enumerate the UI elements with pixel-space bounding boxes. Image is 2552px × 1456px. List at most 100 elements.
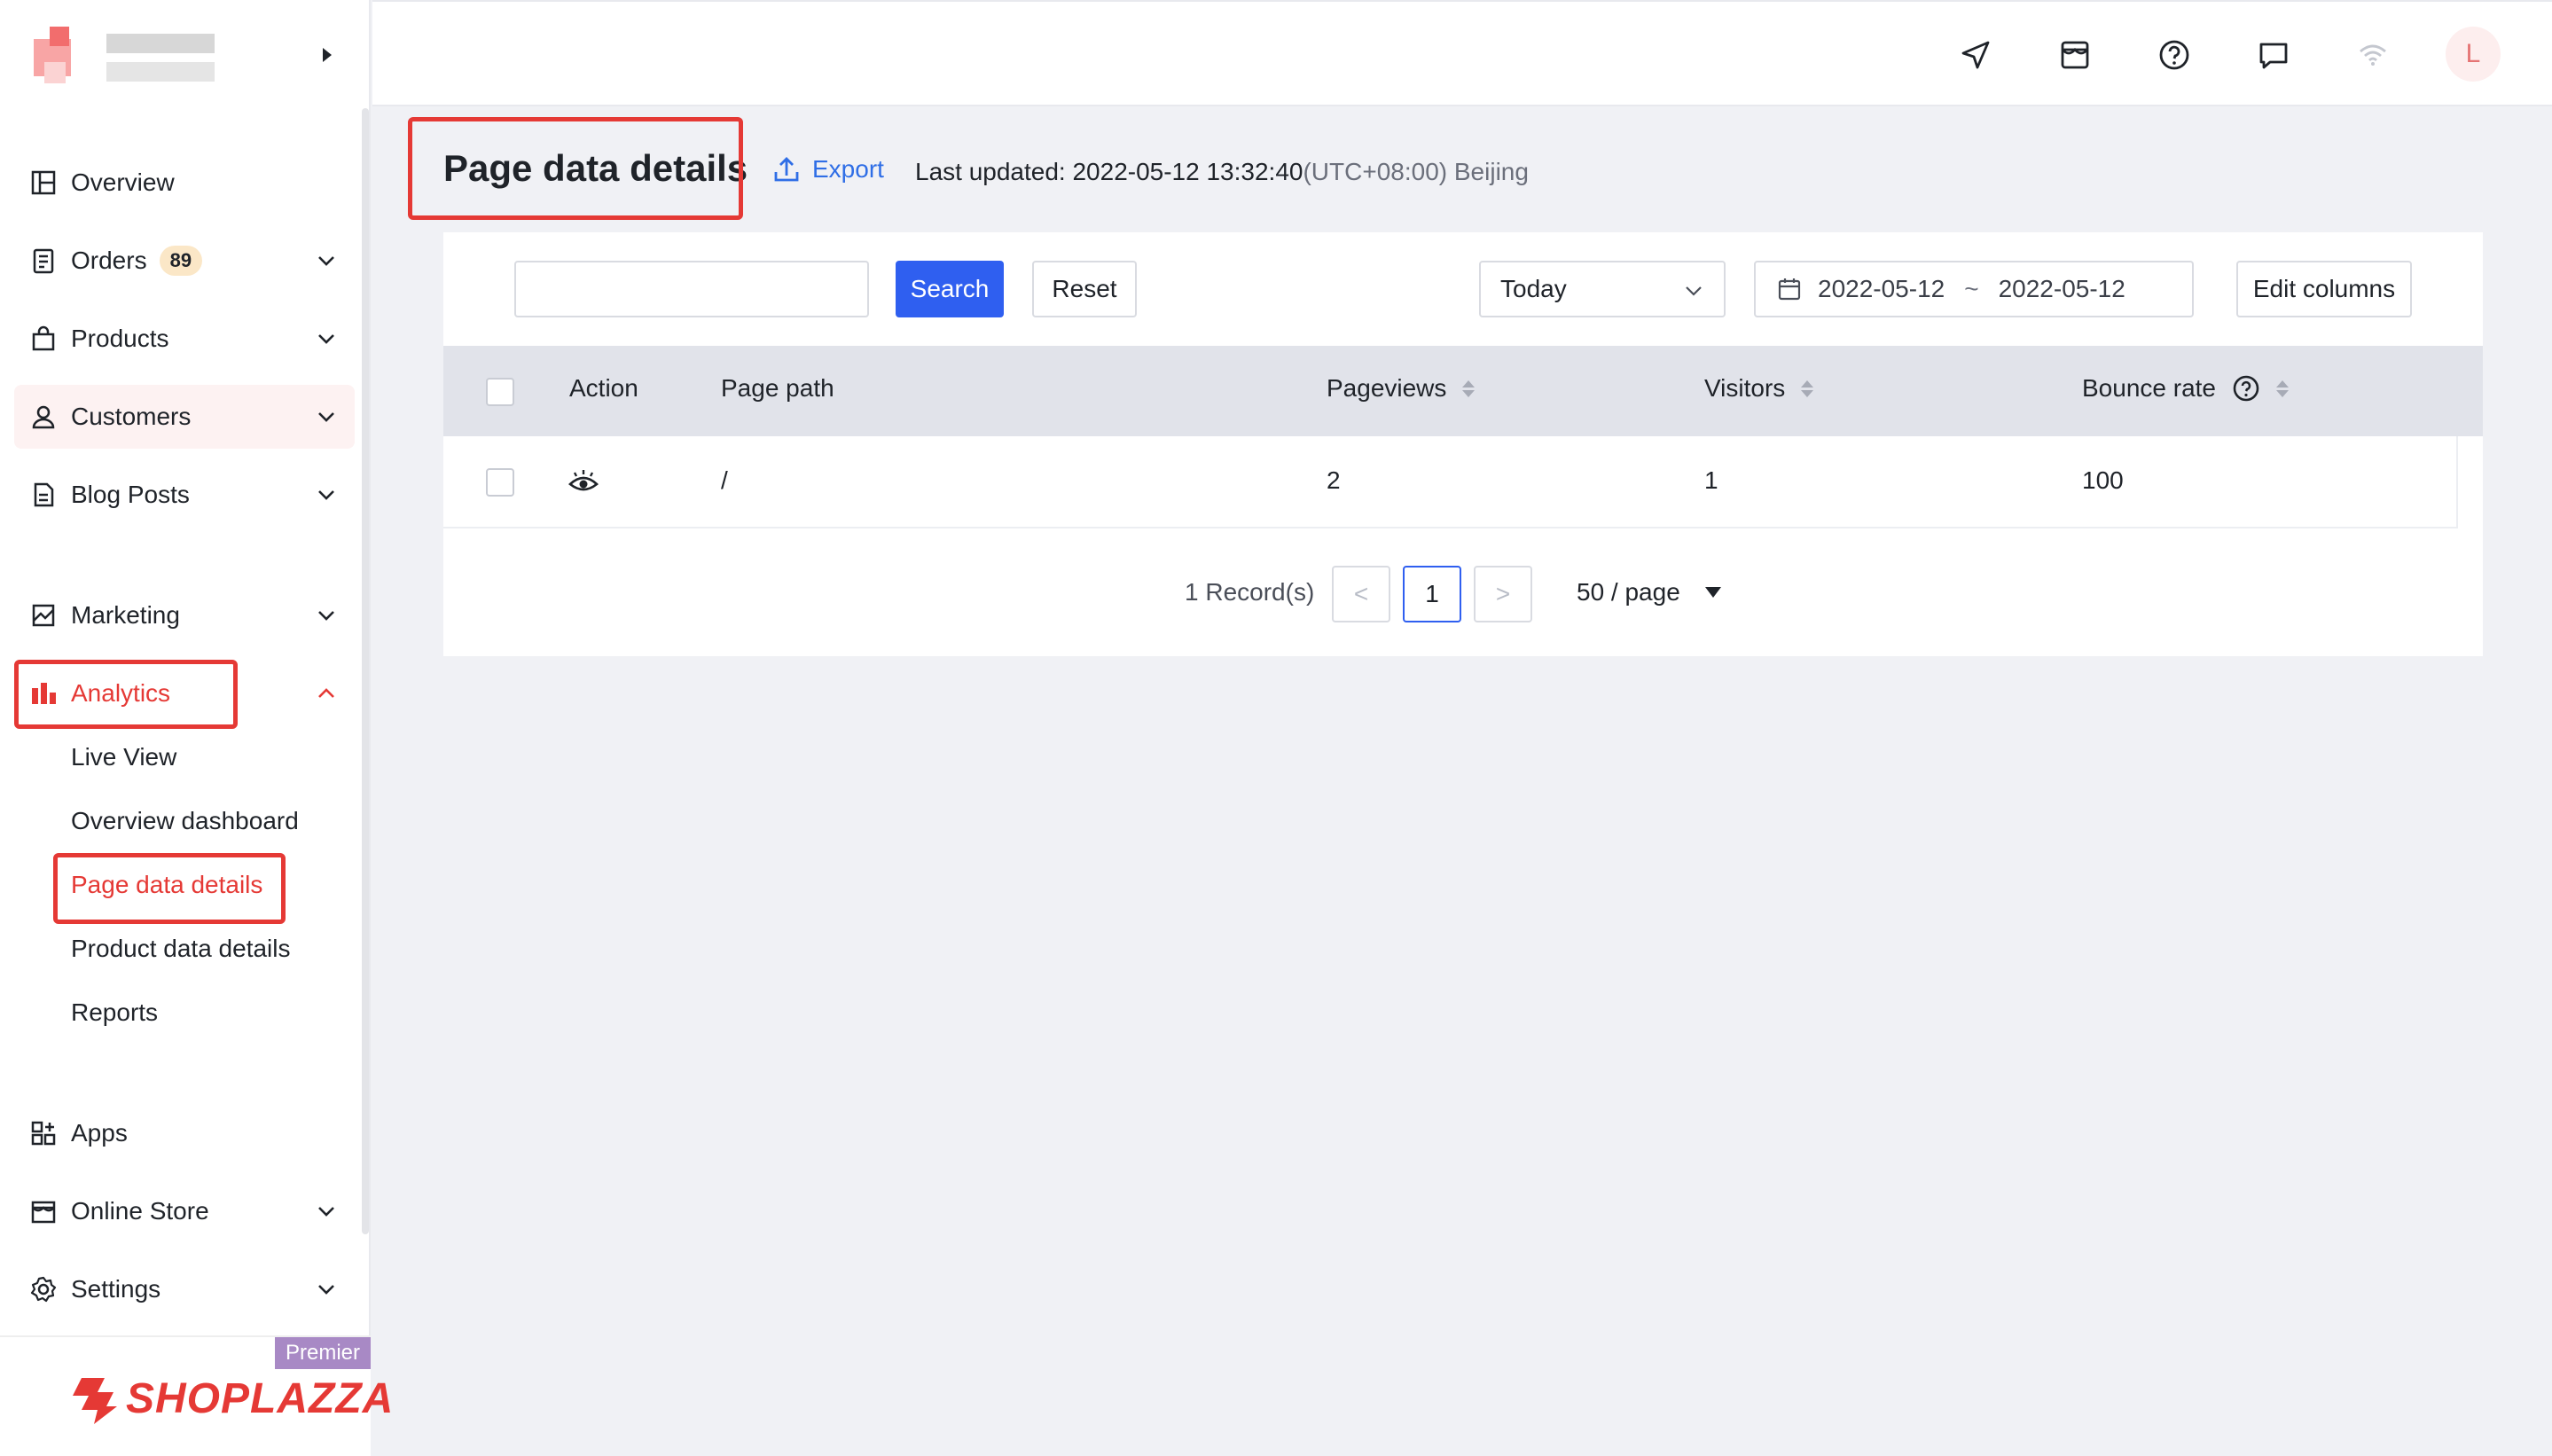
column-header-bounce-rate[interactable]: Bounce rate [2082, 374, 2289, 403]
date-separator: ~ [1964, 275, 1979, 302]
store-icon[interactable] [2057, 37, 2093, 73]
sort-icon[interactable] [2276, 380, 2289, 397]
help-icon[interactable] [2232, 374, 2260, 403]
cell-visitors: 1 [1704, 466, 1718, 494]
chevron-down-icon [1686, 286, 1702, 296]
next-page-button[interactable]: > [1474, 566, 1532, 622]
customers-icon [28, 402, 59, 432]
view-eye-icon[interactable] [568, 468, 599, 497]
caret-right-icon[interactable] [321, 46, 333, 64]
page-data-details-highlight-box [53, 853, 286, 924]
select-all-checkbox[interactable] [486, 378, 514, 406]
analytics-highlight-box [14, 660, 238, 729]
sidebar-item-settings[interactable]: Settings [14, 1257, 355, 1321]
sidebar-item-products[interactable]: Products [14, 307, 355, 371]
timezone-label: (UTC+08:00) Beijing [1303, 158, 1529, 185]
date-range-select[interactable]: Today [1479, 261, 1726, 317]
sort-icon[interactable] [1801, 380, 1814, 397]
marketing-icon [28, 600, 59, 630]
chevron-down-icon[interactable] [316, 250, 337, 271]
chevron-up-icon[interactable] [316, 683, 337, 704]
record-count: 1 Record(s) [1185, 578, 1315, 606]
help-icon[interactable] [2157, 37, 2192, 73]
sidebar-item-overview[interactable]: Overview [14, 151, 355, 215]
orders-icon [28, 246, 59, 276]
overview-icon [28, 168, 59, 198]
calendar-icon [1778, 278, 1801, 301]
search-button[interactable]: Search [896, 261, 1004, 317]
sidebar-item-customers[interactable]: Customers [14, 385, 355, 449]
search-input[interactable] [514, 261, 869, 317]
sort-icon[interactable] [1462, 380, 1476, 397]
store-icon [28, 1196, 59, 1226]
orders-count-badge: 89 [159, 246, 203, 276]
data-card: Search Reset Today 2022-05-12 ~ 2022-05-… [443, 232, 2483, 656]
top-bar [372, 0, 2552, 106]
sidebar-subitem-overview-dashboard[interactable]: Overview dashboard [71, 803, 299, 839]
sidebar-item-marketing[interactable]: Marketing [14, 583, 355, 647]
row-checkbox[interactable] [486, 468, 514, 497]
column-header-visitors[interactable]: Visitors [1704, 374, 1814, 403]
sidebar-item-label: Apps [71, 1119, 128, 1147]
sidebar-item-label: Blog Posts [71, 481, 190, 508]
sidebar-item-online-store[interactable]: Online Store [14, 1179, 355, 1243]
sidebar-item-apps[interactable]: Apps [14, 1101, 355, 1165]
column-header-page-path: Page path [721, 374, 834, 402]
navigation-icon[interactable] [1958, 37, 1993, 73]
chevron-down-icon[interactable] [316, 1201, 337, 1222]
chevron-down-icon[interactable] [316, 406, 337, 427]
table-header: Action Page path Pageviews Visitors Boun… [443, 346, 2483, 436]
date-end: 2022-05-12 [1998, 275, 2125, 302]
page-number-button[interactable]: 1 [1403, 566, 1461, 622]
apps-icon [28, 1118, 59, 1148]
sidebar-item-label: Marketing [71, 601, 180, 629]
sidebar-item-label: Settings [71, 1275, 161, 1303]
sidebar-item-label: Online Store [71, 1197, 209, 1225]
chevron-down-icon[interactable] [316, 605, 337, 626]
blog-icon [28, 480, 59, 510]
sidebar-footer: Premier SHOPLAZZA [0, 1335, 393, 1456]
sidebar-item-label: Overview [71, 168, 175, 196]
chevron-down-icon[interactable] [316, 328, 337, 349]
last-updated-text: Last updated: 2022-05-12 13:32:40(UTC+08… [915, 158, 1529, 186]
caret-down-icon [1704, 587, 1721, 598]
store-logo[interactable] [34, 27, 220, 89]
chat-icon[interactable] [2256, 37, 2291, 73]
sidebar-scrollbar[interactable] [362, 108, 369, 1234]
store-domain-blurred [106, 62, 215, 82]
store-logo-mark-light [44, 62, 66, 83]
store-name-blurred [106, 34, 215, 53]
sidebar-subitem-product-data-details[interactable]: Product data details [71, 931, 291, 967]
column-header-action: Action [569, 374, 638, 402]
sidebar-subitem-live-view[interactable]: Live View [71, 740, 176, 775]
plan-badge: Premier [274, 1337, 371, 1369]
chevron-down-icon[interactable] [316, 1279, 337, 1300]
reset-button[interactable]: Reset [1032, 261, 1137, 317]
date-range-picker[interactable]: 2022-05-12 ~ 2022-05-12 [1754, 261, 2194, 317]
column-header-pageviews[interactable]: Pageviews [1327, 374, 1476, 403]
products-icon [28, 324, 59, 354]
export-label: Export [812, 155, 884, 183]
sidebar-subitem-reports[interactable]: Reports [71, 995, 158, 1030]
edit-columns-button[interactable]: Edit columns [2236, 261, 2412, 317]
cell-bounce-rate: 100 [2082, 466, 2124, 494]
shoplazza-logo-icon [73, 1378, 117, 1424]
export-button[interactable]: Export [771, 154, 884, 184]
cell-pageviews: 2 [1327, 466, 1341, 494]
settings-icon [28, 1274, 59, 1304]
sidebar-item-label: Customers [71, 403, 192, 430]
cell-page-path[interactable]: / [721, 466, 728, 495]
store-logo-mark-accent [50, 27, 69, 46]
chevron-down-icon[interactable] [316, 484, 337, 505]
user-avatar[interactable]: L [2446, 27, 2501, 82]
shoplazza-logo-text: SHOPLAZZA [126, 1375, 395, 1422]
table-row: / 2 1 100 [443, 436, 2458, 528]
page-title-highlight-box [408, 117, 743, 220]
page-size-select[interactable]: 50 / page [1577, 578, 1721, 607]
sidebar-item-orders[interactable]: Orders 89 [14, 229, 355, 293]
prev-page-button[interactable]: < [1332, 566, 1390, 622]
sidebar-item-label: Products [71, 325, 169, 352]
sidebar-item-blog-posts[interactable]: Blog Posts [14, 463, 355, 527]
wifi-icon[interactable] [2355, 37, 2391, 73]
date-range-select-value: Today [1500, 275, 1567, 302]
